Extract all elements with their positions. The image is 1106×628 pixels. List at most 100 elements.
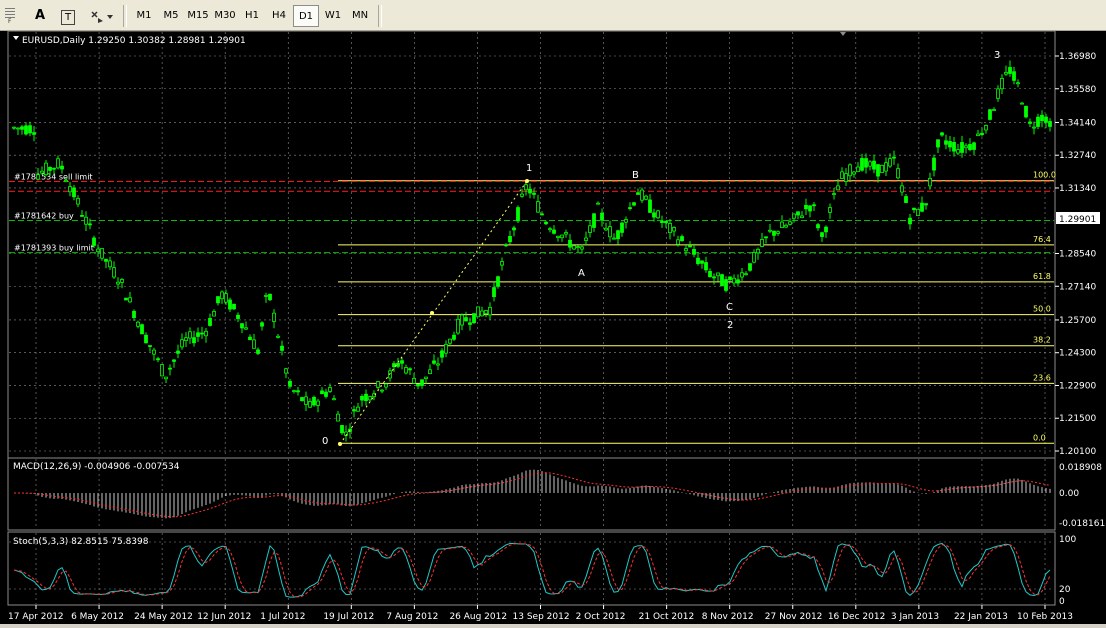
candles <box>12 60 1052 442</box>
text-label-icon: T <box>61 10 75 25</box>
time-axis-label: 8 Nov 2012 <box>702 612 754 622</box>
wave-label-b: B <box>632 170 639 181</box>
axes: 1.36980 1.35580 1.34140 1.32740 1.31340 1.285… <box>8 52 1105 622</box>
tab-timeframe-m5[interactable]: M5 <box>158 5 184 27</box>
tab-timeframe-h4[interactable]: H4 <box>266 5 292 27</box>
candle-body <box>832 193 836 195</box>
candle-body <box>408 368 412 371</box>
toolbar-separator-end <box>378 5 382 27</box>
header-dropdown-icon[interactable] <box>13 36 19 40</box>
candle-body <box>976 133 980 137</box>
candle-body <box>316 400 320 406</box>
candle-body <box>800 215 804 219</box>
time-axis-label: 19 Jul 2012 <box>323 612 374 622</box>
candle-body <box>1000 78 1004 90</box>
fib-level-label: 38.2 <box>1033 336 1051 345</box>
candle-body <box>752 252 756 263</box>
stoch-axis-label: 0 <box>1059 597 1065 607</box>
candle-body <box>544 221 548 225</box>
candle-body <box>72 187 76 198</box>
candle-body <box>76 198 80 205</box>
candle-body <box>696 257 700 264</box>
fib-anchor-end[interactable] <box>525 179 529 183</box>
text-label-tool-button[interactable]: T <box>56 5 80 27</box>
candle-body <box>868 161 872 167</box>
candle-body <box>36 174 40 180</box>
fib-anchor-mid[interactable] <box>430 311 434 315</box>
candle-body <box>340 425 344 434</box>
tab-timeframe-mn[interactable]: MN <box>347 5 373 27</box>
candle-body <box>968 144 972 150</box>
time-axis-label: 10 Feb 2013 <box>1017 612 1073 622</box>
candle-body <box>652 212 656 218</box>
candle-body <box>580 246 584 250</box>
candle-body <box>148 345 152 347</box>
candle-body <box>236 314 240 319</box>
candle-body <box>196 332 200 337</box>
tab-timeframe-m30[interactable]: M30 <box>212 5 238 27</box>
candle-body <box>896 168 900 179</box>
candle-body <box>588 225 592 233</box>
candle-body <box>308 401 312 408</box>
arrows-tool-button[interactable] <box>86 5 116 27</box>
candle-body <box>884 162 888 172</box>
candle-body <box>28 125 32 134</box>
candle-body <box>728 276 732 281</box>
candle-body <box>992 109 996 111</box>
svg-text:F: F <box>8 18 12 24</box>
candle-body <box>356 406 360 412</box>
candle-body <box>504 244 508 247</box>
candle-body <box>944 140 948 145</box>
wave-label-2: 2 <box>727 320 733 331</box>
candle-body <box>380 389 384 392</box>
time-axis-label: 16 Dec 2012 <box>828 612 886 622</box>
candle-body <box>56 158 60 169</box>
wave-label-3: 3 <box>994 50 1000 61</box>
tab-timeframe-m1[interactable]: M1 <box>131 5 157 27</box>
candle-body <box>788 221 792 225</box>
tab-timeframe-h1[interactable]: H1 <box>239 5 265 27</box>
candle-body <box>228 299 232 310</box>
fib-anchor-start[interactable] <box>338 442 342 446</box>
candle-body <box>624 219 628 223</box>
candle-body <box>24 125 28 135</box>
tab-timeframe-d1[interactable]: D1 <box>293 5 319 27</box>
candle-body <box>948 141 952 148</box>
candle-body <box>84 216 88 225</box>
wave-label-a: A <box>578 268 585 279</box>
candle-body <box>1004 72 1008 75</box>
candle-body <box>212 311 216 317</box>
candle-body <box>1016 82 1020 85</box>
candle-body <box>108 260 112 268</box>
stoch-axis-label: 20 <box>1059 585 1071 595</box>
candle-body <box>284 368 288 374</box>
candle-body <box>924 203 928 206</box>
candle-body <box>68 186 72 193</box>
tab-timeframe-w1[interactable]: W1 <box>320 5 346 27</box>
candle-body <box>256 349 260 354</box>
candle-body <box>708 271 712 278</box>
chart-shift-marker-icon[interactable] <box>840 32 846 36</box>
stoch-panel-frame <box>7 531 1056 606</box>
fib-level-label: 0.0 <box>1033 433 1046 442</box>
candle-body <box>304 396 308 405</box>
fibonacci-levels: 100.0 76.4 61.8 50.0 38.2 23.6 0.0 <box>338 171 1056 444</box>
tab-timeframe-m15[interactable]: M15 <box>185 5 211 27</box>
chart-area[interactable]: 100.0 76.4 61.8 50.0 38.2 23.6 0.0 #1781534 se… <box>0 30 1106 624</box>
chart-svg[interactable]: 100.0 76.4 61.8 50.0 38.2 23.6 0.0 #1781534 se… <box>0 30 1106 624</box>
candle-body <box>240 323 244 329</box>
candle-body <box>412 378 416 384</box>
order-line-label: #1781534 sell limit <box>14 172 93 181</box>
candle-body <box>636 192 640 195</box>
candle-body <box>96 248 100 253</box>
toolbar-grip-icon[interactable]: F <box>3 6 17 25</box>
candle-body <box>956 149 960 154</box>
candle-body <box>40 170 44 174</box>
text-tool-button[interactable]: A <box>28 5 52 27</box>
candle-body <box>668 223 672 234</box>
stoch-panel-header: Stoch(5,3,3) 82.8515 75.8398 <box>13 537 149 547</box>
candle-body <box>1048 121 1052 127</box>
toolbar-separator <box>123 5 127 27</box>
candle-body <box>836 185 840 191</box>
candle-body <box>964 145 968 149</box>
